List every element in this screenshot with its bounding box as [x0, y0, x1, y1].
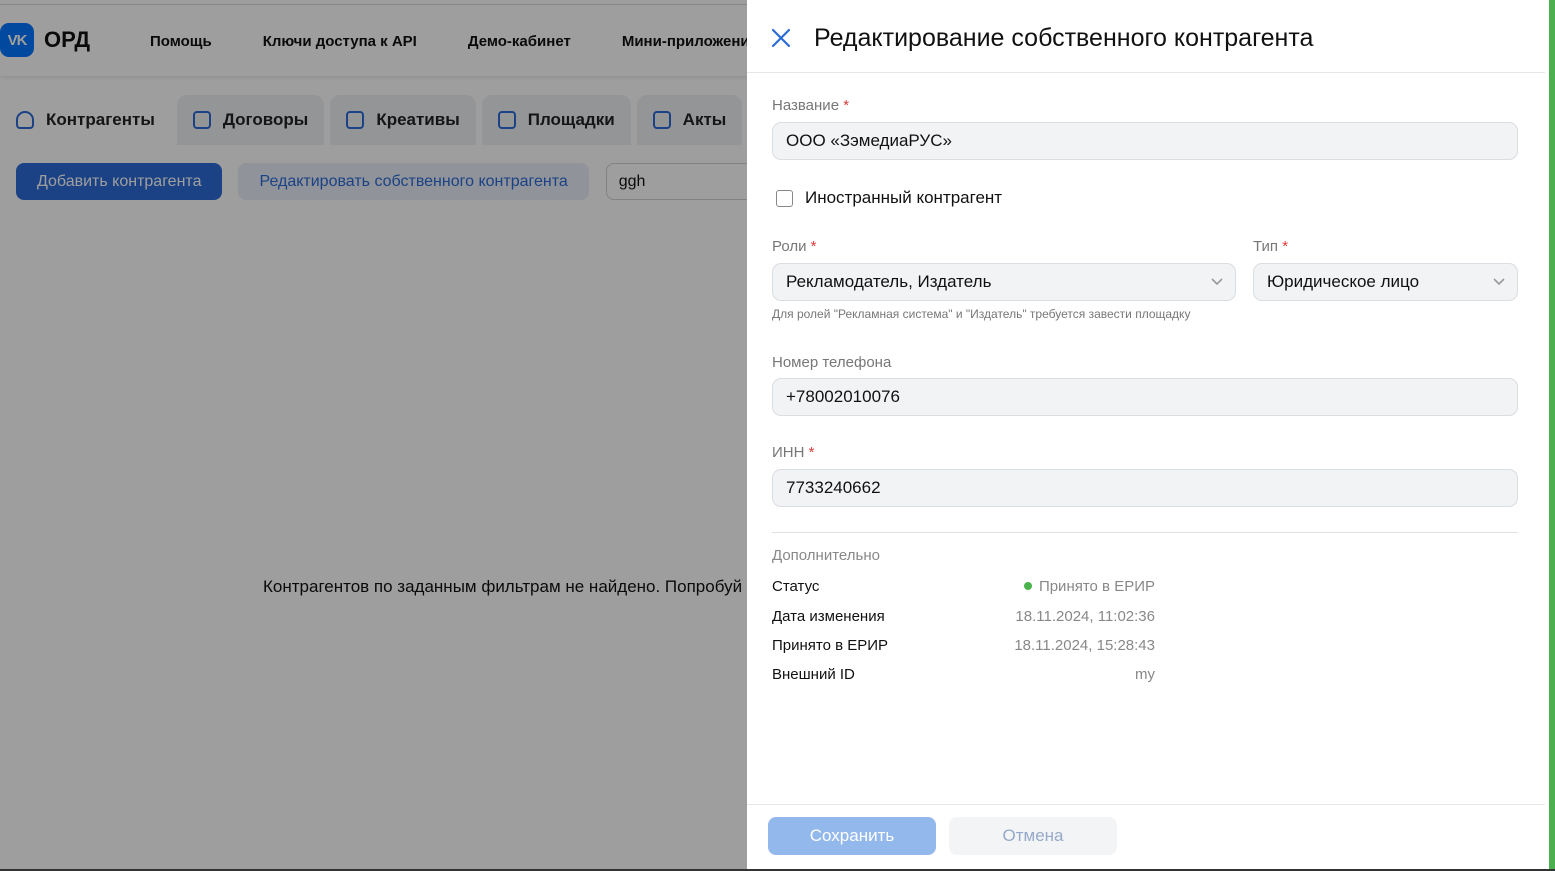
roles-hint: Для ролей "Рекламная система" и "Издател… [772, 307, 1191, 321]
roles-label: Роли * [772, 238, 817, 255]
panel-title: Редактирование собственного контрагента [814, 23, 1314, 52]
save-button[interactable]: Сохранить [768, 817, 936, 855]
type-label: Тип * [1253, 238, 1288, 255]
inn-field[interactable]: 7733240662 [772, 469, 1518, 507]
panel-header: Редактирование собственного контрагента [747, 4, 1545, 73]
name-field[interactable]: ООО «ЗэмедиаРУС» [772, 122, 1518, 160]
phone-field[interactable]: +78002010076 [772, 378, 1518, 416]
panel-footer: Сохранить Отмена [747, 804, 1545, 869]
required-marker: * [808, 444, 815, 461]
type-value: Юридическое лицо [1267, 272, 1420, 291]
accepted-label: Принято в ЕРИР [772, 637, 889, 654]
required-marker: * [1282, 238, 1289, 255]
roles-label-text: Роли [772, 238, 807, 255]
modal-backdrop[interactable] [0, 0, 747, 871]
foreign-checkbox[interactable] [776, 190, 793, 207]
chevron-down-icon [1211, 278, 1223, 286]
additional-section-title: Дополнительно [772, 547, 880, 564]
cancel-button[interactable]: Отмена [949, 817, 1117, 855]
external-id-value: my [1135, 666, 1155, 683]
close-icon[interactable] [767, 24, 795, 52]
accepted-value: 18.11.2024, 15:28:43 [1014, 637, 1155, 654]
roles-value: Рекламодатель, Издатель [786, 272, 992, 291]
changed-date-label: Дата изменения [772, 608, 885, 625]
type-label-text: Тип [1253, 238, 1279, 255]
foreign-label: Иностранный контрагент [805, 188, 1003, 207]
status-value: Принято в ЕРИР [1023, 578, 1155, 595]
status-dot-icon [1023, 582, 1032, 591]
name-label-text: Название [772, 97, 840, 114]
name-label: Название * [772, 97, 849, 114]
chevron-down-icon [1493, 278, 1505, 286]
external-id-label: Внешний ID [772, 666, 855, 683]
phone-label: Номер телефона [772, 354, 892, 371]
type-select[interactable]: Юридическое лицо [1253, 263, 1518, 301]
status-text: Принято в ЕРИР [1038, 578, 1155, 595]
inn-label-text: ИНН [772, 444, 805, 461]
status-label: Статус [772, 578, 820, 595]
required-marker: * [843, 97, 850, 114]
window-edge-stripe [1549, 0, 1555, 871]
required-marker: * [810, 238, 817, 255]
section-divider [772, 532, 1518, 533]
edit-counterparty-panel: Редактирование собственного контрагента … [747, 4, 1545, 869]
inn-label: ИНН * [772, 444, 814, 461]
changed-date-value: 18.11.2024, 11:02:36 [1015, 608, 1155, 625]
roles-select[interactable]: Рекламодатель, Издатель [772, 263, 1236, 301]
